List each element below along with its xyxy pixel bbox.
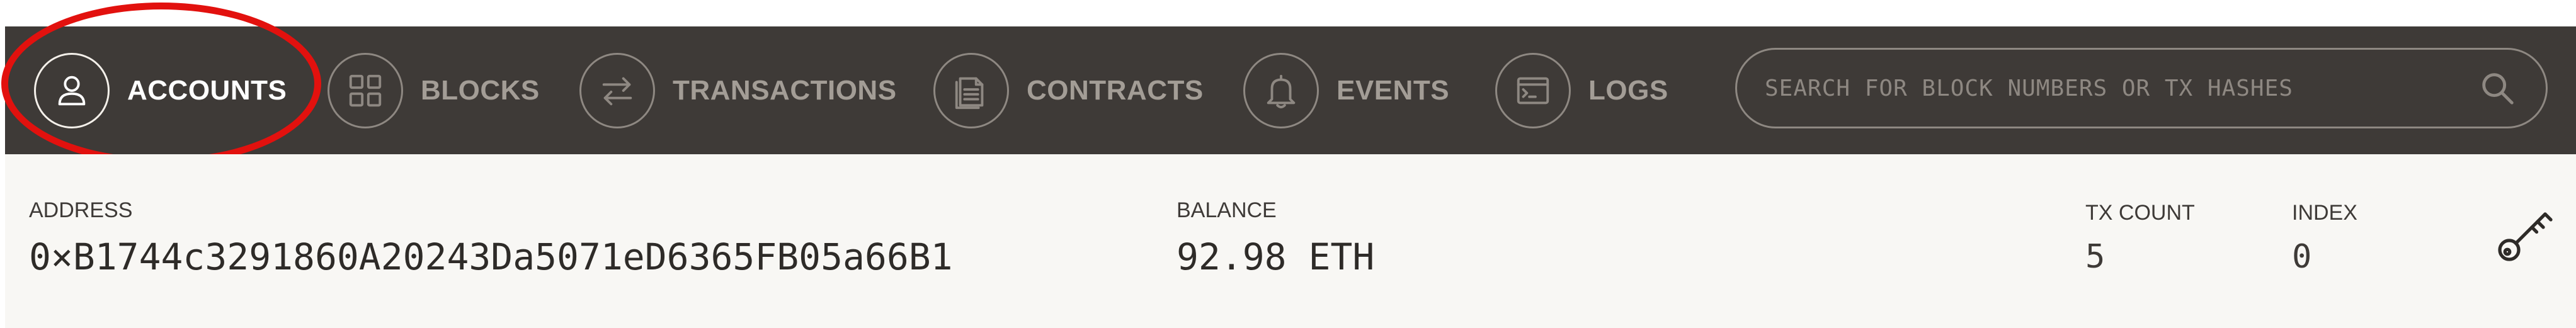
index-label: INDEX <box>2292 201 2357 225</box>
nav-blocks-label: BLOCKS <box>421 74 540 106</box>
tx-count-field: TX COUNT 5 <box>2085 201 2195 276</box>
search-input[interactable] <box>1764 74 2478 102</box>
account-row[interactable]: ADDRESS 0×B1744c3291860A20243Da5071eD636… <box>5 154 2576 328</box>
key-icon[interactable] <box>2494 206 2555 267</box>
balance-label: BALANCE <box>1177 198 1277 222</box>
search-bar[interactable] <box>1735 48 2548 128</box>
search-icon[interactable] <box>2478 69 2517 108</box>
nav-contracts[interactable]: CONTRACTS <box>933 26 1204 154</box>
balance-field: BALANCE 92.98 ETH <box>1177 198 1374 278</box>
address-field: ADDRESS 0×B1744c3291860A20243Da5071eD636… <box>29 198 953 278</box>
balance-value: 92.98 ETH <box>1177 235 1375 278</box>
nav-events-label: EVENTS <box>1336 74 1450 106</box>
tx-count-label: TX COUNT <box>2085 201 2195 225</box>
nav-transactions[interactable]: TRANSACTIONS <box>579 26 897 154</box>
address-value: 0×B1744c3291860A20243Da5071eD6365FB05a66… <box>29 235 953 278</box>
top-navbar: ACCOUNTS BLOCKS TRANSACTIONS CONTRACTS E… <box>1 3 2576 165</box>
nav-blocks[interactable]: BLOCKS <box>328 26 540 154</box>
arrows-swap-icon <box>579 52 655 128</box>
bell-icon <box>1243 52 1319 128</box>
tx-count-value: 5 <box>2085 238 2106 276</box>
nav-events[interactable]: EVENTS <box>1243 26 1449 154</box>
nav-logs-label: LOGS <box>1588 74 1668 106</box>
index-value: 0 <box>2292 238 2312 276</box>
app-frame: ACCOUNTS BLOCKS TRANSACTIONS CONTRACTS E… <box>1 3 2576 328</box>
terminal-icon <box>1495 52 1571 128</box>
nav-accounts[interactable]: ACCOUNTS <box>34 26 287 154</box>
grid-icon <box>328 52 403 128</box>
nav-accounts-label: ACCOUNTS <box>127 74 287 106</box>
address-label: ADDRESS <box>29 198 133 222</box>
nav-logs[interactable]: LOGS <box>1495 26 1668 154</box>
user-icon <box>34 52 110 128</box>
nav-contracts-label: CONTRACTS <box>1027 74 1204 106</box>
nav-transactions-label: TRANSACTIONS <box>673 74 897 106</box>
index-field: INDEX 0 <box>2292 201 2357 276</box>
document-icon <box>933 52 1009 128</box>
